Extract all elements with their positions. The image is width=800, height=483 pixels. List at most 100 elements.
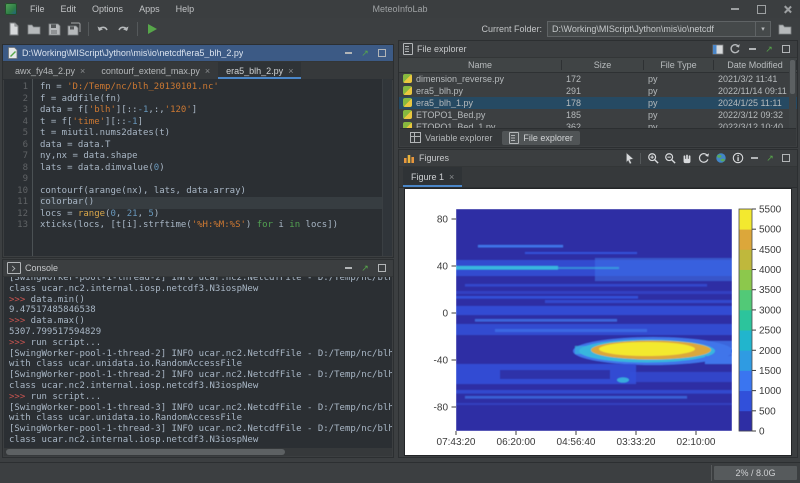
code-line: data = data.T	[40, 140, 382, 152]
svg-text:2000: 2000	[759, 346, 782, 357]
file-table-scrollbar[interactable]	[789, 58, 796, 132]
redo-button[interactable]	[113, 20, 133, 38]
panel-minimize-button[interactable]	[341, 47, 355, 60]
tab-file-explorer[interactable]: File explorer	[502, 131, 580, 145]
svg-text:5500: 5500	[759, 205, 782, 216]
console-line: >>> data.max()	[9, 316, 392, 327]
table-row[interactable]: dimension_reverse.py172py2021/3/2 11:41	[399, 73, 797, 85]
panel-float-button[interactable]: ↗	[762, 43, 776, 56]
console-panel-titlebar[interactable]: Console ↗	[3, 260, 393, 277]
editor-tab-era5_blh_2.py[interactable]: era5_blh_2.py×	[218, 62, 301, 79]
column-header-name[interactable]: Name	[399, 60, 562, 70]
console-line: [SwingWorker-pool-1-thread-3] INFO ucar.…	[9, 424, 392, 435]
figures-titlebar[interactable]: Figures ↗	[399, 150, 797, 167]
line-number: 6	[4, 140, 28, 152]
line-number: 13	[4, 220, 28, 232]
tab-variable-explorer[interactable]: Variable explorer	[403, 131, 499, 145]
menu-edit[interactable]: Edit	[54, 2, 84, 16]
save-all-button[interactable]	[64, 20, 84, 38]
tab-close-icon[interactable]: ×	[205, 66, 210, 76]
panel-float-button[interactable]: ↗	[358, 262, 372, 275]
zoom-in-button[interactable]	[645, 151, 660, 165]
editor-scrollbar[interactable]	[382, 79, 392, 256]
current-folder-dropdown-button[interactable]: ▾	[755, 22, 770, 36]
maximize-icon	[757, 5, 766, 14]
current-folder-input[interactable]	[548, 23, 755, 35]
browse-folder-button[interactable]	[776, 20, 794, 38]
panel-minimize-button[interactable]	[745, 43, 759, 56]
column-header-date-modified[interactable]: Date Modified	[714, 60, 797, 70]
table-row[interactable]: era5_blh.py291py2022/11/14 09:11	[399, 85, 797, 97]
script-file-icon	[7, 47, 18, 59]
rotate-tool-button[interactable]	[696, 151, 711, 165]
menu-options[interactable]: Options	[85, 2, 130, 16]
line-number: 12	[4, 209, 28, 221]
figure-tab[interactable]: Figure 1 ×	[403, 167, 462, 187]
tab-close-icon[interactable]: ×	[449, 172, 454, 182]
file-explorer-panel: File explorer ↗ NameSizeFile TypeDate Mo…	[398, 40, 798, 148]
current-folder-combobox[interactable]: ▾	[547, 21, 771, 37]
figure-info-button[interactable]	[730, 151, 745, 165]
save-button[interactable]	[44, 20, 64, 38]
tab-close-icon[interactable]: ×	[80, 66, 85, 76]
editor-tab-awx_fy4a_2.py[interactable]: awx_fy4a_2.py×	[7, 62, 93, 79]
editor-panel-titlebar[interactable]: D:\Working\MIScript\Jython\mis\io\netcdf…	[3, 45, 393, 62]
window-minimize-button[interactable]	[722, 0, 748, 18]
panel-minimize-button[interactable]	[747, 152, 761, 165]
zoom-out-button[interactable]	[662, 151, 677, 165]
globe-tool-button[interactable]	[713, 151, 728, 165]
tab-close-icon[interactable]: ×	[288, 66, 293, 76]
menu-file[interactable]: File	[23, 2, 52, 16]
editor-panel-title: D:\Working\MIScript\Jython\mis\io\netcdf…	[22, 48, 243, 58]
column-header-size[interactable]: Size	[562, 60, 644, 70]
open-file-button[interactable]	[24, 20, 44, 38]
console-line: 5307.799517594829	[9, 327, 392, 338]
refresh-icon	[729, 43, 741, 55]
code-text[interactable]: fn = 'D:/Temp/nc/blh_20130101.nc'f = add…	[33, 79, 382, 256]
open-current-folder-button[interactable]	[711, 43, 725, 56]
pan-tool-button[interactable]	[679, 151, 694, 165]
toolbar-separator	[88, 22, 89, 36]
grid-icon	[410, 132, 421, 143]
column-header-file-type[interactable]: File Type	[644, 60, 714, 70]
editor-tab-contourf_extend_max.py[interactable]: contourf_extend_max.py ×	[93, 62, 218, 79]
refresh-button[interactable]	[728, 43, 742, 56]
panel-minimize-button[interactable]	[341, 262, 355, 275]
menu-apps[interactable]: Apps	[132, 2, 167, 16]
code-line: t = miutil.nums2dates(t)	[40, 128, 382, 140]
console-output[interactable]: [SwingWorker-pool-1-thread-2] INFO ucar.…	[4, 277, 392, 448]
python-file-icon	[403, 110, 412, 119]
code-editor[interactable]: 12345678910111213 fn = 'D:/Temp/nc/blh_2…	[4, 79, 392, 256]
panel-maximize-button[interactable]	[375, 262, 389, 275]
tab-label: contourf_extend_max.py	[101, 66, 200, 76]
prompt-symbol: >>>	[9, 316, 25, 326]
svg-text:1500: 1500	[759, 366, 782, 377]
select-tool-button[interactable]	[621, 151, 636, 165]
table-row[interactable]: era5_blh_1.py178py2024/1/25 11:11	[399, 97, 797, 109]
contour-plot[interactable]: 07:43:2006:20:0004:56:4003:33:2002:10:00…	[405, 189, 793, 455]
undo-button[interactable]	[93, 20, 113, 38]
current-folder-label: Current Folder:	[481, 24, 542, 34]
window-maximize-button[interactable]	[748, 0, 774, 18]
table-row[interactable]: ETOPO1_Bed.py185py2022/3/12 09:32	[399, 109, 797, 121]
panel-float-button[interactable]: ↗	[763, 152, 777, 165]
panel-float-button[interactable]: ↗	[358, 47, 372, 60]
zoom-out-icon	[664, 152, 676, 164]
line-number: 9	[4, 174, 28, 186]
panel-maximize-button[interactable]	[779, 43, 793, 56]
menu-help[interactable]: Help	[169, 2, 202, 16]
panel-maximize-button[interactable]	[375, 47, 389, 60]
chevron-down-icon: ▾	[761, 25, 765, 33]
panel-maximize-button[interactable]	[779, 152, 793, 165]
scrollbar-thumb[interactable]	[790, 60, 795, 94]
file-explorer-title: File explorer	[417, 44, 467, 54]
editor-tab-bar: awx_fy4a_2.py×contourf_extend_max.py×era…	[3, 62, 393, 80]
run-script-button[interactable]	[142, 20, 162, 38]
scrollbar-thumb[interactable]	[6, 449, 285, 455]
new-file-button[interactable]	[4, 20, 24, 38]
svg-text:0: 0	[759, 427, 765, 438]
console-hscrollbar[interactable]	[4, 448, 392, 456]
file-explorer-titlebar[interactable]: File explorer ↗	[399, 41, 797, 58]
figure-canvas[interactable]: 07:43:2006:20:0004:56:4003:33:2002:10:00…	[405, 189, 791, 455]
window-close-button[interactable]	[774, 0, 800, 18]
